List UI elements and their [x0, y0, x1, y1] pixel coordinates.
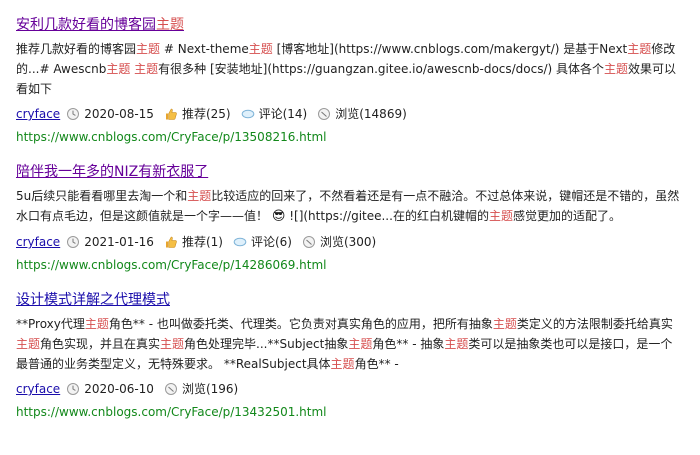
result-url[interactable]: https://www.cnblogs.com/CryFace/p/142860…	[16, 257, 684, 273]
summary-highlight: 主题	[348, 337, 373, 351]
result-item: 设计模式详解之代理模式 **Proxy代理主题角色** - 也叫做委托类、代理类…	[16, 289, 684, 420]
views-text: 浏览(300)	[319, 235, 377, 249]
summary-highlight: 主题	[330, 357, 355, 371]
views-item: 浏览(196)	[164, 380, 238, 398]
author-link[interactable]: cryface	[16, 380, 60, 398]
views-icon	[302, 236, 315, 248]
summary-text: 5u后续只能看看哪里去淘一个和	[16, 189, 188, 203]
recommend-text: 推荐(1)	[181, 235, 223, 249]
summary-highlight: 主题	[444, 337, 469, 351]
summary-text: [博客地址](https://www.cnblogs.com/makergyt/…	[272, 42, 628, 56]
date-text: 2020-08-15	[84, 107, 154, 121]
author-link[interactable]: cryface	[16, 233, 60, 251]
summary-highlight: 主题	[604, 62, 629, 76]
summary-highlight: 主题	[492, 317, 517, 331]
date-item: 2020-06-10	[66, 380, 154, 398]
result-meta: cryface 2020-06-10 浏览(196)	[16, 380, 684, 398]
title-text: 安利几款好看的博客园	[16, 17, 156, 33]
views-text: 浏览(14869)	[335, 107, 407, 121]
thumbs-up-icon	[165, 236, 177, 248]
title-highlight: 主题	[156, 17, 184, 33]
summary-text: 角色** -	[354, 357, 399, 371]
summary-text: 角色实现，并且在真实	[40, 337, 161, 351]
search-results: 安利几款好看的博客园主题 推荐几款好看的博客园主题 # Next-theme主题…	[16, 14, 684, 436]
views-item: 浏览(300)	[302, 233, 376, 251]
title-text: 陪伴我一年多的NIZ有新衣服了	[16, 164, 209, 180]
date-item: 2020-08-15	[66, 105, 154, 123]
date-text: 2021-01-16	[84, 235, 154, 249]
result-url[interactable]: https://www.cnblogs.com/CryFace/p/135082…	[16, 129, 684, 145]
comment-icon	[241, 109, 254, 119]
summary-highlight: 主题	[160, 337, 185, 351]
views-item: 浏览(14869)	[317, 105, 407, 123]
author-link[interactable]: cryface	[16, 105, 60, 123]
recommend-text: 推荐(25)	[181, 107, 231, 121]
summary-highlight: 主题	[488, 209, 513, 223]
result-item: 安利几款好看的博客园主题 推荐几款好看的博客园主题 # Next-theme主题…	[16, 14, 684, 145]
summary-text: # Next-theme	[160, 42, 249, 56]
result-title-link[interactable]: 陪伴我一年多的NIZ有新衣服了	[16, 162, 208, 182]
comment-icon	[233, 237, 247, 247]
result-meta: cryface 2020-08-15 推荐(25) 评论(14) 浏览(1486…	[16, 105, 684, 123]
summary-text: 推荐几款好看的博客园	[16, 42, 137, 56]
recommend-item: 推荐(25)	[164, 105, 231, 123]
result-summary: 推荐几款好看的博客园主题 # Next-theme主题 [博客地址](https…	[16, 39, 684, 99]
date-text: 2020-06-10	[84, 382, 154, 396]
summary-text: 感觉更加的适配了。	[512, 209, 621, 223]
thumbs-up-icon	[165, 108, 177, 120]
result-meta: cryface 2021-01-16 推荐(1) 评论(6) 浏览(300)	[16, 233, 684, 251]
summary-highlight: 主题	[16, 337, 41, 351]
summary-highlight: 主题	[248, 42, 273, 56]
views-icon	[318, 108, 331, 120]
date-item: 2021-01-16	[66, 233, 154, 251]
clock-icon	[67, 236, 80, 248]
summary-highlight: 主题	[134, 62, 159, 76]
views-text: 浏览(196)	[181, 382, 239, 396]
result-title-link[interactable]: 安利几款好看的博客园主题	[16, 15, 184, 35]
summary-highlight: 主题	[187, 189, 212, 203]
title-text: 设计模式详解之代理模式	[16, 292, 170, 308]
result-url[interactable]: https://www.cnblogs.com/CryFace/p/134325…	[16, 404, 684, 420]
summary-highlight: 主题	[84, 317, 109, 331]
summary-text: 角色处理完毕...**Subject抽象	[184, 337, 349, 351]
result-summary: **Proxy代理主题角色** - 也叫做委托类、代理类。它负责对真实角色的应用…	[16, 314, 684, 374]
clock-icon	[67, 108, 80, 120]
clock-icon	[67, 383, 80, 395]
comments-item: 评论(6)	[233, 233, 292, 251]
summary-text: 角色** - 也叫做委托类、代理类。它负责对真实角色的应用，把所有抽象	[108, 317, 493, 331]
summary-text: **Proxy代理	[16, 317, 85, 331]
result-summary: 5u后续只能看看哪里去淘一个和主题比较适应的回来了，不然看着还是有一点不融洽。不…	[16, 186, 684, 227]
summary-highlight: 主题	[106, 62, 131, 76]
views-icon	[164, 383, 177, 395]
sunglasses-emoji: 😎	[271, 209, 286, 224]
recommend-item: 推荐(1)	[164, 233, 223, 251]
comments-text: 评论(14)	[258, 107, 308, 121]
summary-highlight: 主题	[136, 42, 161, 56]
comments-text: 评论(6)	[250, 235, 292, 249]
summary-text: 类定义的方法限制委托给真实	[516, 317, 673, 331]
result-item: 陪伴我一年多的NIZ有新衣服了 5u后续只能看看哪里去淘一个和主题比较适应的回来…	[16, 161, 684, 273]
summary-text: ![](https://gitee...在的红白机键帽的	[285, 209, 489, 223]
result-title-link[interactable]: 设计模式详解之代理模式	[16, 290, 170, 310]
summary-text: 角色** - 抽象	[372, 337, 445, 351]
comments-item: 评论(14)	[241, 105, 308, 123]
summary-highlight: 主题	[627, 42, 652, 56]
summary-text: 有很多种 [安装地址](https://guangzan.gitee.io/aw…	[158, 62, 605, 76]
